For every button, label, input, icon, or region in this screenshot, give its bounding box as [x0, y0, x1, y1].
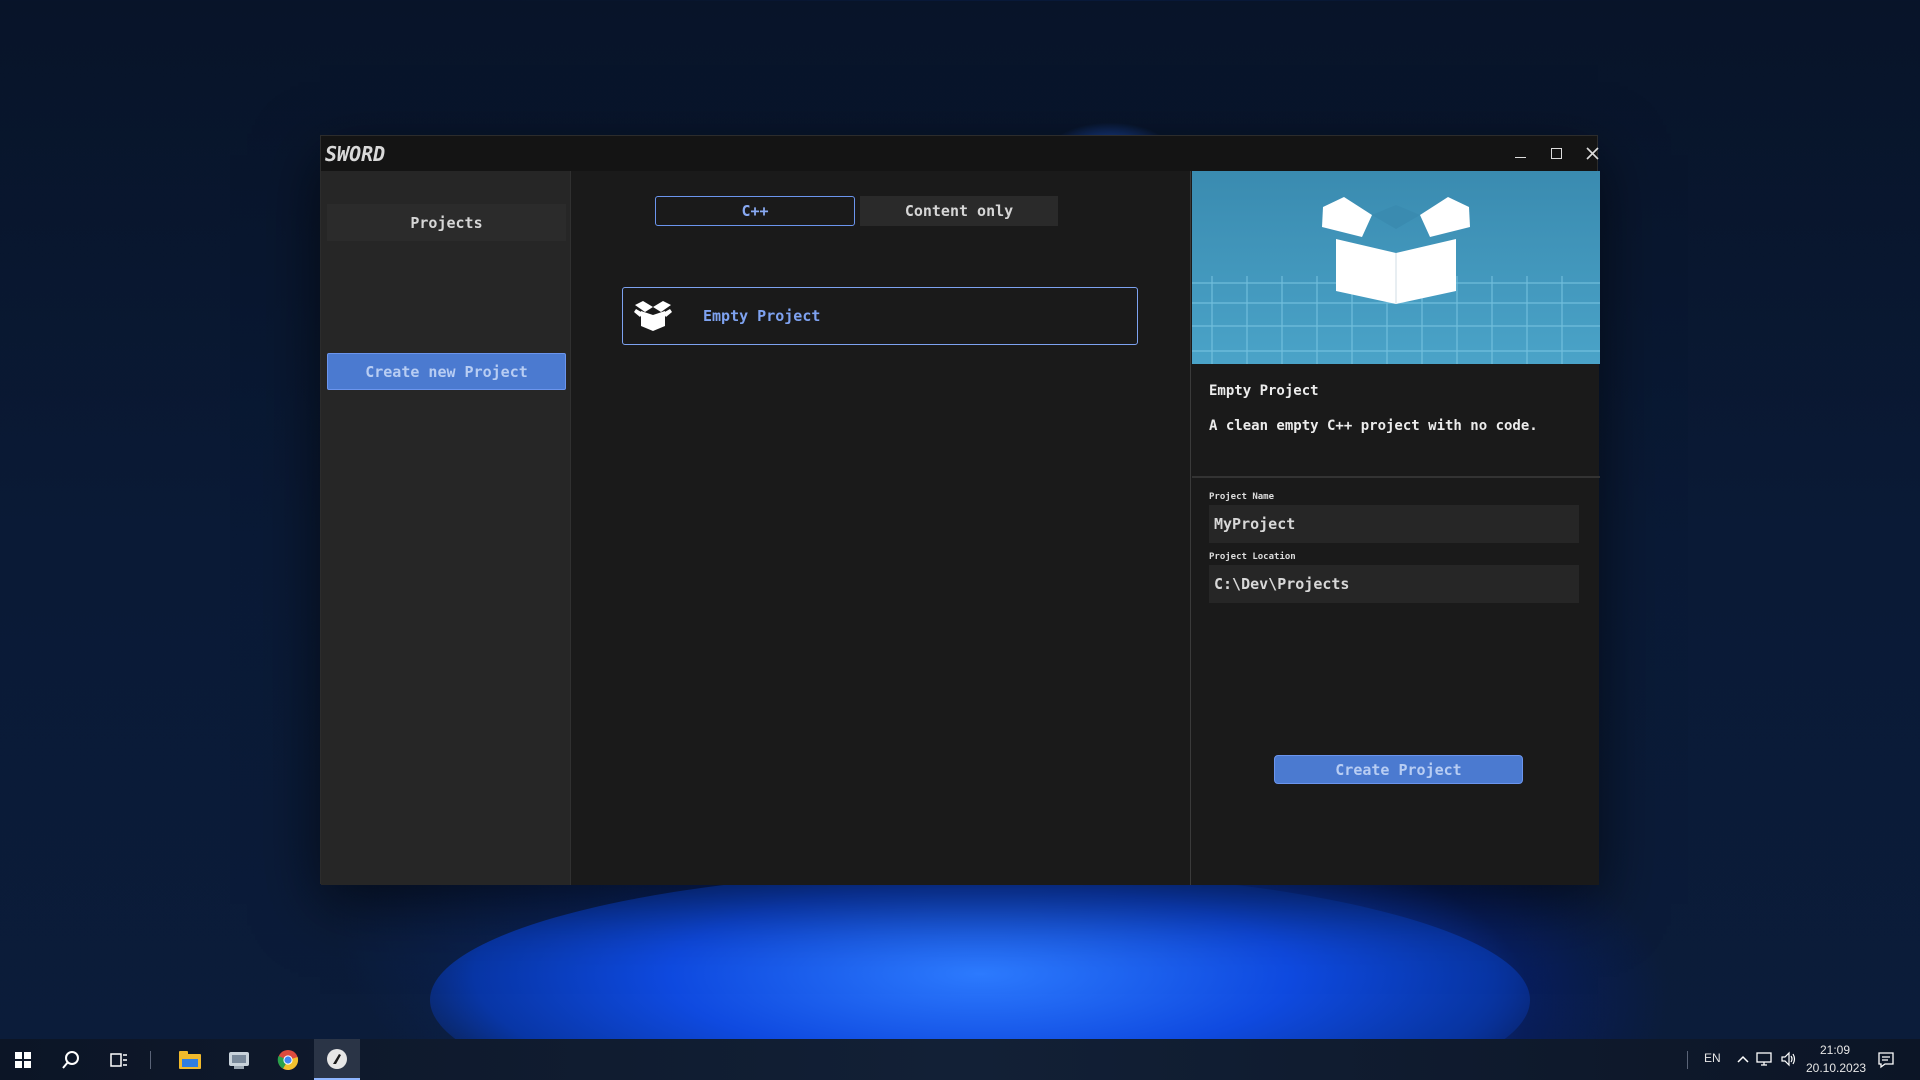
- file-explorer-button[interactable]: [167, 1039, 213, 1080]
- create-project-button[interactable]: Create Project: [1274, 755, 1523, 784]
- tab-label: Content only: [904, 202, 1014, 220]
- taskbar: EN 21:09 20.10.2023: [0, 1039, 1920, 1080]
- tab-content-only[interactable]: Content only: [860, 196, 1058, 226]
- network-icon[interactable]: [1756, 1051, 1774, 1067]
- clock-date[interactable]: 20.10.2023: [1806, 1061, 1866, 1075]
- chevron-up-icon[interactable]: [1736, 1053, 1750, 1065]
- maximize-button[interactable]: [1538, 136, 1574, 171]
- template-title: Empty Project: [1209, 383, 1319, 399]
- template-item-empty-project[interactable]: Empty Project: [622, 287, 1138, 345]
- project-location-label: Project Location: [1209, 552, 1296, 562]
- project-name-input[interactable]: [1209, 505, 1579, 543]
- sidebar-item-projects[interactable]: Projects: [327, 204, 566, 241]
- create-new-project-label: Create new Project: [365, 362, 528, 381]
- volume-icon[interactable]: [1780, 1051, 1798, 1067]
- maximize-icon: [1550, 148, 1562, 159]
- template-preview-image: [1192, 171, 1600, 364]
- app-logo: SWORD: [325, 141, 386, 166]
- sword-app-icon: [327, 1048, 347, 1069]
- app-button[interactable]: [216, 1039, 262, 1080]
- language-indicator[interactable]: EN: [1704, 1051, 1721, 1065]
- template-browser: C++ Content only Empty Project: [571, 171, 1190, 885]
- preview-grid: [1192, 171, 1600, 364]
- create-new-project-button[interactable]: Create new Project: [327, 353, 566, 390]
- template-description: A clean empty C++ project with no code.: [1209, 418, 1538, 434]
- file-explorer-icon: [179, 1050, 201, 1069]
- create-project-label: Create Project: [1335, 760, 1462, 779]
- start-button[interactable]: [0, 1039, 46, 1080]
- chrome-button[interactable]: [265, 1039, 311, 1080]
- sidebar: Projects: [321, 171, 571, 885]
- project-name-label: Project Name: [1209, 492, 1275, 502]
- sidebar-item-label: Projects: [410, 213, 483, 232]
- title-bar[interactable]: SWORD: [321, 136, 1599, 171]
- windows-start-icon: [15, 1051, 31, 1068]
- search-icon: [62, 1050, 79, 1069]
- taskbar-divider: [150, 1051, 151, 1069]
- minimize-button[interactable]: [1502, 136, 1538, 171]
- divider: [1192, 476, 1600, 478]
- task-view-button[interactable]: [96, 1039, 142, 1080]
- app-icon: [229, 1051, 249, 1069]
- tab-cpp[interactable]: C++: [655, 196, 855, 226]
- details-panel: Empty Project A clean empty C++ project …: [1190, 171, 1600, 885]
- open-box-icon: [634, 301, 672, 331]
- project-location-input[interactable]: [1209, 565, 1579, 603]
- chrome-icon: [277, 1049, 299, 1070]
- clock-time[interactable]: 21:09: [1820, 1043, 1850, 1057]
- tab-label: C++: [741, 202, 769, 220]
- tray-divider: [1687, 1051, 1688, 1069]
- sword-app-button[interactable]: [314, 1039, 360, 1080]
- close-button[interactable]: [1574, 136, 1610, 171]
- search-button[interactable]: [48, 1039, 94, 1080]
- template-name: Empty Project: [703, 307, 821, 325]
- minimize-icon: [1514, 157, 1526, 158]
- close-icon: [1585, 147, 1599, 160]
- notifications-icon[interactable]: [1877, 1051, 1895, 1069]
- task-view-icon: [110, 1052, 127, 1067]
- app-window: SWORD Projects Create new Project C++ Co…: [320, 135, 1600, 885]
